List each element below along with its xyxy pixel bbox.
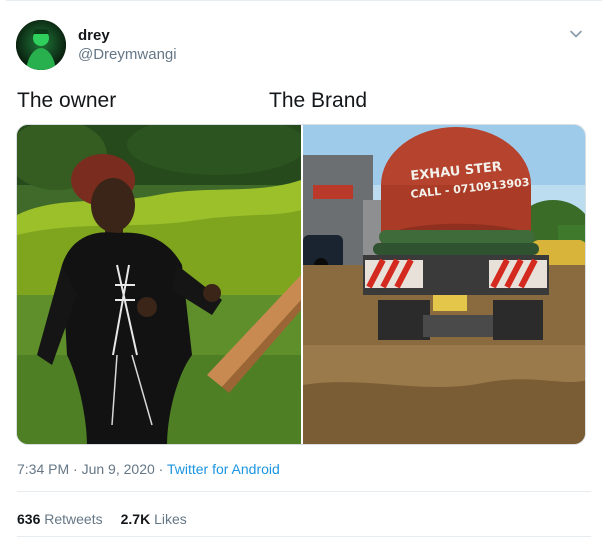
- avatar[interactable]: [16, 20, 66, 70]
- meta-separator: ·: [73, 461, 78, 477]
- likes-stat[interactable]: 2.7K Likes: [121, 511, 187, 527]
- photo-owner[interactable]: [17, 125, 301, 444]
- likes-count: 2.7K: [120, 511, 151, 527]
- chevron-down-icon[interactable]: [567, 25, 585, 43]
- tweet-time[interactable]: 7:34 PM: [17, 461, 69, 477]
- author-handle[interactable]: @Dreymwangi: [78, 46, 177, 63]
- author-display-name[interactable]: drey: [78, 27, 110, 44]
- tweet-date[interactable]: Jun 9, 2020: [82, 461, 155, 477]
- tweet-text-right: The Brand: [269, 89, 368, 112]
- tweet-text-left: The owner: [17, 89, 117, 112]
- retweets-stat[interactable]: 636 Retweets: [17, 511, 103, 527]
- retweets-count: 636: [17, 511, 41, 527]
- likes-label: Likes: [154, 511, 187, 527]
- meta-separator: ·: [158, 461, 164, 477]
- retweets-label: Retweets: [44, 511, 103, 527]
- divider: [6, 0, 602, 1]
- tweet-media[interactable]: EXHAU STER CALL - 0710913903: [16, 124, 586, 445]
- tweet-source-link[interactable]: Twitter for Android: [167, 461, 280, 477]
- tweet-meta: 7:34 PM · Jun 9, 2020 · Twitter for Andr…: [17, 461, 280, 477]
- divider: [17, 491, 591, 492]
- tweet-stats: 636 Retweets 2.7K Likes: [17, 511, 187, 527]
- tweet-card: drey @Dreymwangi The owner The Brand EXH…: [0, 0, 608, 537]
- photo-brand[interactable]: EXHAU STER CALL - 0710913903: [303, 125, 585, 444]
